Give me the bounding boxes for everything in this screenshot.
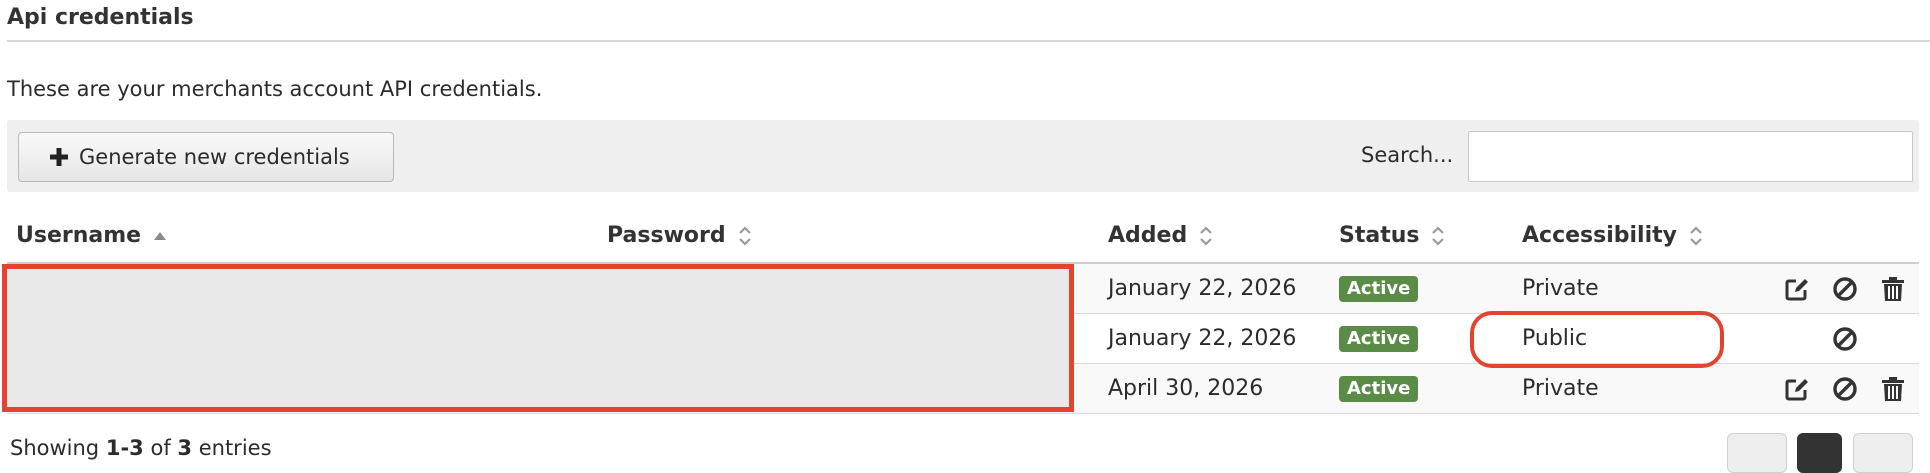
generate-credentials-button[interactable]: Generate new credentials xyxy=(18,132,394,182)
entries-info: Showing 1-3 of 3 entries xyxy=(10,436,272,460)
column-header-accessibility-label: Accessibility xyxy=(1522,223,1677,248)
column-header-username-label: Username xyxy=(16,223,142,248)
column-header-status[interactable]: Status xyxy=(1339,223,1445,248)
edit-icon[interactable] xyxy=(1783,375,1811,403)
status-cell: Active xyxy=(1339,264,1419,313)
disable-icon[interactable] xyxy=(1831,325,1859,353)
status-badge: Active xyxy=(1339,375,1419,402)
sort-asc-icon xyxy=(154,231,167,240)
section-title: Api credentials xyxy=(7,5,194,30)
intro-text: These are your merchants account API cre… xyxy=(7,77,543,101)
pagination-next-button[interactable] xyxy=(1853,433,1913,473)
sort-both-icon xyxy=(1200,225,1212,246)
status-cell: Active xyxy=(1339,364,1419,413)
column-header-username[interactable]: Username xyxy=(16,223,167,248)
redacted-credentials-box xyxy=(2,264,1074,412)
column-header-status-label: Status xyxy=(1339,223,1420,248)
search-input[interactable] xyxy=(1468,131,1913,182)
added-cell: January 22, 2026 xyxy=(1108,276,1297,301)
sort-both-icon xyxy=(1432,225,1445,246)
title-divider xyxy=(7,40,1930,42)
disable-icon[interactable] xyxy=(1831,275,1859,303)
public-accessibility-highlight xyxy=(1470,311,1724,368)
sort-both-icon xyxy=(738,225,751,246)
table-toolbar: Generate new credentials Search... xyxy=(7,120,1919,192)
column-header-accessibility[interactable]: Accessibility xyxy=(1522,223,1703,248)
generate-credentials-label: Generate new credentials xyxy=(79,145,350,169)
column-header-password-label: Password xyxy=(607,223,726,248)
sort-both-icon xyxy=(1690,225,1702,246)
added-cell: January 22, 2026 xyxy=(1108,326,1297,351)
accessibility-cell: Private xyxy=(1522,276,1599,301)
pagination-previous-button[interactable] xyxy=(1727,433,1787,473)
added-cell: April 30, 2026 xyxy=(1108,376,1264,401)
status-cell: Active xyxy=(1339,314,1419,363)
plus-icon xyxy=(50,148,68,166)
search-label: Search... xyxy=(1361,143,1454,167)
status-badge: Active xyxy=(1339,325,1419,352)
pagination-page-current[interactable] xyxy=(1797,433,1842,473)
edit-icon[interactable] xyxy=(1783,275,1811,303)
disable-icon[interactable] xyxy=(1831,375,1859,403)
column-header-added-label: Added xyxy=(1108,223,1188,248)
status-badge: Active xyxy=(1339,275,1419,302)
trash-icon[interactable] xyxy=(1879,375,1907,403)
trash-icon[interactable] xyxy=(1879,275,1907,303)
column-header-added[interactable]: Added xyxy=(1108,223,1213,248)
accessibility-cell: Private xyxy=(1522,376,1599,401)
column-header-password[interactable]: Password xyxy=(607,223,752,248)
